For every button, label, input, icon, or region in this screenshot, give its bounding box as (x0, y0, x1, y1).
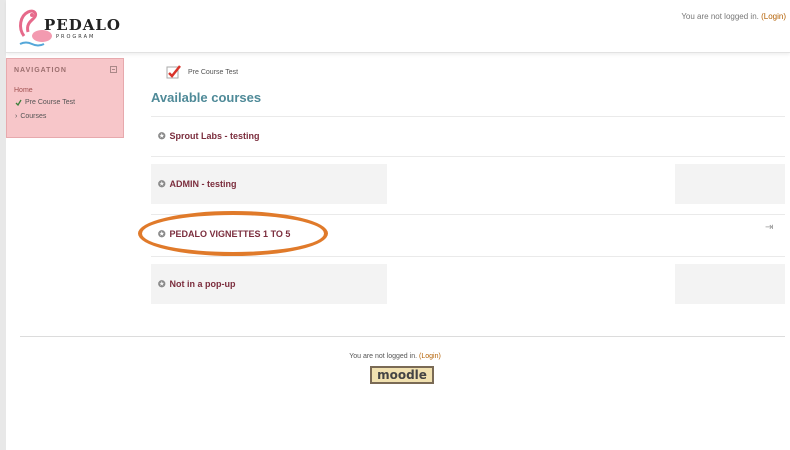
row-divider (151, 156, 785, 157)
course-row: ✪ Sprout Labs - testing (151, 116, 785, 156)
nav-item-label: Pre Course Test (25, 99, 76, 106)
navigation-title: NAVIGATION (14, 67, 67, 74)
course-link[interactable]: ✪ Not in a pop-up (158, 279, 236, 290)
nav-item-label: Courses (20, 113, 47, 120)
course-link[interactable]: ✪ ADMIN - testing (158, 179, 237, 190)
navigation-block: NAVIGATION Home Pre Course Test › Course… (6, 58, 124, 138)
course-link[interactable]: ✪ Sprout Labs - testing (158, 131, 260, 142)
course-icon: ✪ (158, 130, 166, 141)
nav-item-courses[interactable]: › Courses (15, 113, 46, 120)
course-label: Not in a pop-up (169, 279, 236, 289)
activity-link-pre-course-test[interactable]: Pre Course Test (166, 64, 238, 80)
footer-login-status: You are not logged in. (Login) (0, 353, 790, 360)
course-icon: ✪ (158, 178, 166, 189)
logo-subtext: PROGRAM (56, 34, 96, 40)
header-bar: PEDALO PROGRAM You are not logged in. (L… (6, 0, 790, 53)
course-icon: ✪ (158, 278, 166, 289)
site-logo[interactable]: PEDALO PROGRAM (14, 6, 124, 48)
moodle-logo[interactable]: moodle (370, 366, 434, 384)
section-title: Available courses (151, 90, 262, 105)
activity-label: Pre Course Test (188, 68, 239, 76)
moodle-logo-text: moodle (377, 368, 427, 382)
collapse-icon[interactable] (110, 66, 117, 73)
login-link[interactable]: (Login) (761, 12, 786, 21)
footer-divider (20, 336, 785, 337)
nav-item-pre-course-test[interactable]: Pre Course Test (15, 99, 75, 106)
row-divider (151, 256, 785, 257)
login-status-text: You are not logged in. (681, 12, 759, 21)
footer-login-text: You are not logged in. (349, 353, 418, 360)
course-row: ✪ ADMIN - testing (151, 164, 387, 204)
course-label: ADMIN - testing (169, 179, 237, 189)
highlight-annotation (138, 211, 328, 256)
footer-login-link[interactable]: (Login) (419, 353, 441, 360)
nav-home-link[interactable]: Home (14, 87, 33, 94)
course-row: ✪ Not in a pop-up (151, 264, 387, 304)
login-status: You are not logged in. (Login) (681, 12, 786, 21)
course-summary-box (675, 164, 785, 204)
course-summary-box (675, 264, 785, 304)
logo-text: PEDALO (44, 16, 121, 34)
course-label: Sprout Labs - testing (169, 131, 260, 141)
quiz-check-icon (166, 65, 181, 79)
chevron-right-icon: › (15, 113, 18, 120)
enter-course-icon[interactable]: ⇥ (765, 222, 773, 233)
check-icon (15, 99, 22, 106)
